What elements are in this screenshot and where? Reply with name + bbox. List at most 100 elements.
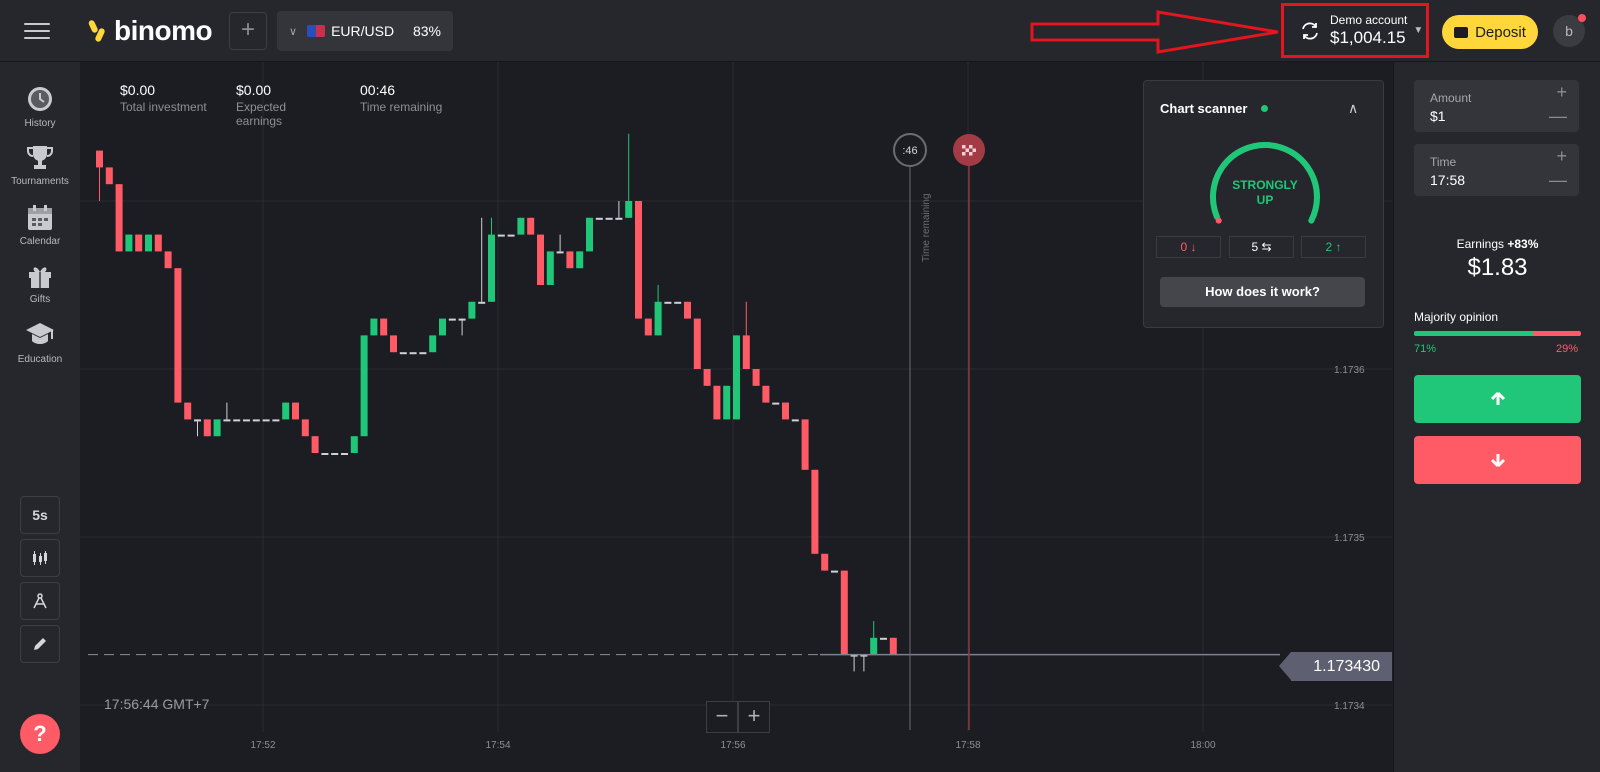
asset-name: EUR/USD — [331, 23, 395, 39]
vote-up: 2 ↑ — [1301, 236, 1366, 258]
candle-body — [272, 419, 280, 422]
sidebar-item-tournaments[interactable]: Tournaments — [0, 144, 80, 187]
stat-time-remaining: 00:46 Time remaining — [360, 82, 442, 128]
arrow-up-icon: ↑ — [1335, 240, 1342, 254]
candle-body — [713, 385, 721, 420]
zoom-in-button[interactable]: + — [738, 701, 770, 733]
candle-body — [644, 318, 652, 336]
sidebar-item-calendar[interactable]: Calendar — [0, 204, 80, 247]
deposit-button[interactable]: Deposit — [1442, 15, 1538, 49]
time-value[interactable]: 17:58 — [1430, 172, 1465, 188]
candle-body — [468, 301, 476, 319]
hamburger-menu-icon[interactable] — [24, 18, 50, 44]
swap-arrows-icon: ⇆ — [1261, 240, 1272, 254]
candle-body — [164, 251, 172, 269]
time-minus-icon[interactable]: — — [1549, 170, 1567, 191]
candle-body — [889, 637, 897, 655]
trade-panel: Amount $1 + — Time 17:58 + — Earnings +8… — [1393, 62, 1600, 772]
chevron-up-icon[interactable]: ∧ — [1348, 100, 1358, 117]
finish-flag-cell — [965, 148, 969, 152]
time-remaining-vertical-label: Time remaining — [921, 193, 932, 262]
candle-body — [517, 217, 525, 235]
x-tick-label: 17:52 — [250, 740, 275, 751]
candle-body — [742, 335, 750, 369]
candle-body — [733, 335, 740, 420]
amount-value[interactable]: $1 — [1430, 108, 1446, 124]
eu-us-flag-icon — [307, 25, 326, 37]
candle-body — [370, 318, 378, 336]
stat-value: $0.00 — [120, 82, 156, 98]
majority-opinion-label: Majority opinion — [1414, 310, 1499, 324]
majority-down-pct: 29% — [1556, 343, 1579, 355]
account-type-label: Demo account — [1330, 13, 1408, 27]
candle-body — [880, 637, 887, 640]
add-asset-button[interactable]: + — [229, 12, 267, 50]
candle-body — [723, 385, 731, 420]
candle-body — [203, 419, 211, 437]
annotation-arrow-icon — [1030, 10, 1279, 54]
candle-body — [448, 318, 456, 321]
clock-icon — [28, 87, 52, 111]
earnings-label-text: Earnings — [1456, 237, 1504, 251]
sidebar-item-gifts[interactable]: Gifts — [0, 262, 80, 305]
signal-line-1: STRONGLY — [1232, 178, 1298, 192]
candle-body — [801, 419, 809, 470]
candle-body — [752, 369, 760, 386]
candle-body — [105, 167, 113, 185]
candle-body — [635, 201, 642, 319]
candle-body — [831, 570, 838, 573]
candle-body — [223, 419, 231, 422]
candle-body — [556, 251, 564, 254]
candle-body — [390, 335, 397, 353]
candle-body — [350, 436, 358, 453]
account-switcher[interactable]: Demo account $1,004.15 ▼ — [1281, 3, 1429, 58]
scanner-signal: STRONGLY UP — [1222, 178, 1308, 208]
candle-body — [341, 453, 348, 455]
zoom-out-button[interactable]: − — [706, 701, 738, 733]
gift-icon — [29, 267, 51, 288]
vote-down: 0 ↓ — [1156, 236, 1221, 258]
candle-body — [252, 419, 260, 422]
candle-body — [488, 234, 495, 302]
interval-button[interactable]: 5s — [20, 496, 60, 534]
candle-body — [331, 453, 339, 455]
earnings-value: $1.83 — [1467, 254, 1528, 281]
candle-body — [576, 251, 584, 269]
chevron-down-icon: ∨ — [289, 25, 298, 38]
help-button[interactable]: ? — [20, 714, 60, 754]
trade-down-button[interactable] — [1414, 436, 1581, 484]
how-it-works-button[interactable]: How does it work? — [1160, 277, 1365, 307]
finish-flag-cell — [969, 145, 973, 149]
amount-plus-icon[interactable]: + — [1556, 82, 1567, 103]
x-tick-label: 17:56 — [720, 740, 745, 751]
pencil-icon — [34, 638, 46, 650]
signal-line-2: UP — [1256, 193, 1274, 207]
x-tick-label: 18:00 — [1190, 740, 1215, 751]
countdown-label: :46 — [902, 145, 917, 157]
indicators-button[interactable] — [20, 582, 60, 620]
amount-minus-icon[interactable]: — — [1549, 106, 1567, 127]
stat-label: Total investment — [120, 100, 207, 114]
chart-type-button[interactable] — [20, 539, 60, 577]
candle-body — [243, 419, 250, 422]
trade-up-button[interactable] — [1414, 375, 1581, 423]
candle-body — [840, 570, 848, 655]
current-price-tag: 1.173430 — [1279, 652, 1392, 681]
drawing-tools-button[interactable] — [20, 625, 60, 663]
candle-body — [615, 217, 623, 220]
sidebar-item-education[interactable]: Education — [0, 320, 80, 365]
amount-field[interactable]: Amount $1 + — — [1414, 80, 1579, 132]
candle-body — [145, 234, 152, 252]
candle-body — [497, 234, 505, 237]
asset-selector[interactable]: ∨ EUR/USD 83% — [277, 11, 453, 51]
sidebar-item-history[interactable]: History — [0, 84, 80, 129]
logo[interactable]: binomo — [88, 14, 213, 48]
candle-body — [684, 301, 691, 319]
zoom-controls: − + — [706, 701, 770, 733]
candle-body — [762, 385, 770, 403]
vote-down-count: 0 — [1180, 240, 1188, 254]
time-plus-icon[interactable]: + — [1556, 146, 1567, 167]
candle-body — [399, 352, 407, 355]
time-field[interactable]: Time 17:58 + — — [1414, 144, 1579, 196]
arrow-up-icon — [1490, 391, 1505, 405]
